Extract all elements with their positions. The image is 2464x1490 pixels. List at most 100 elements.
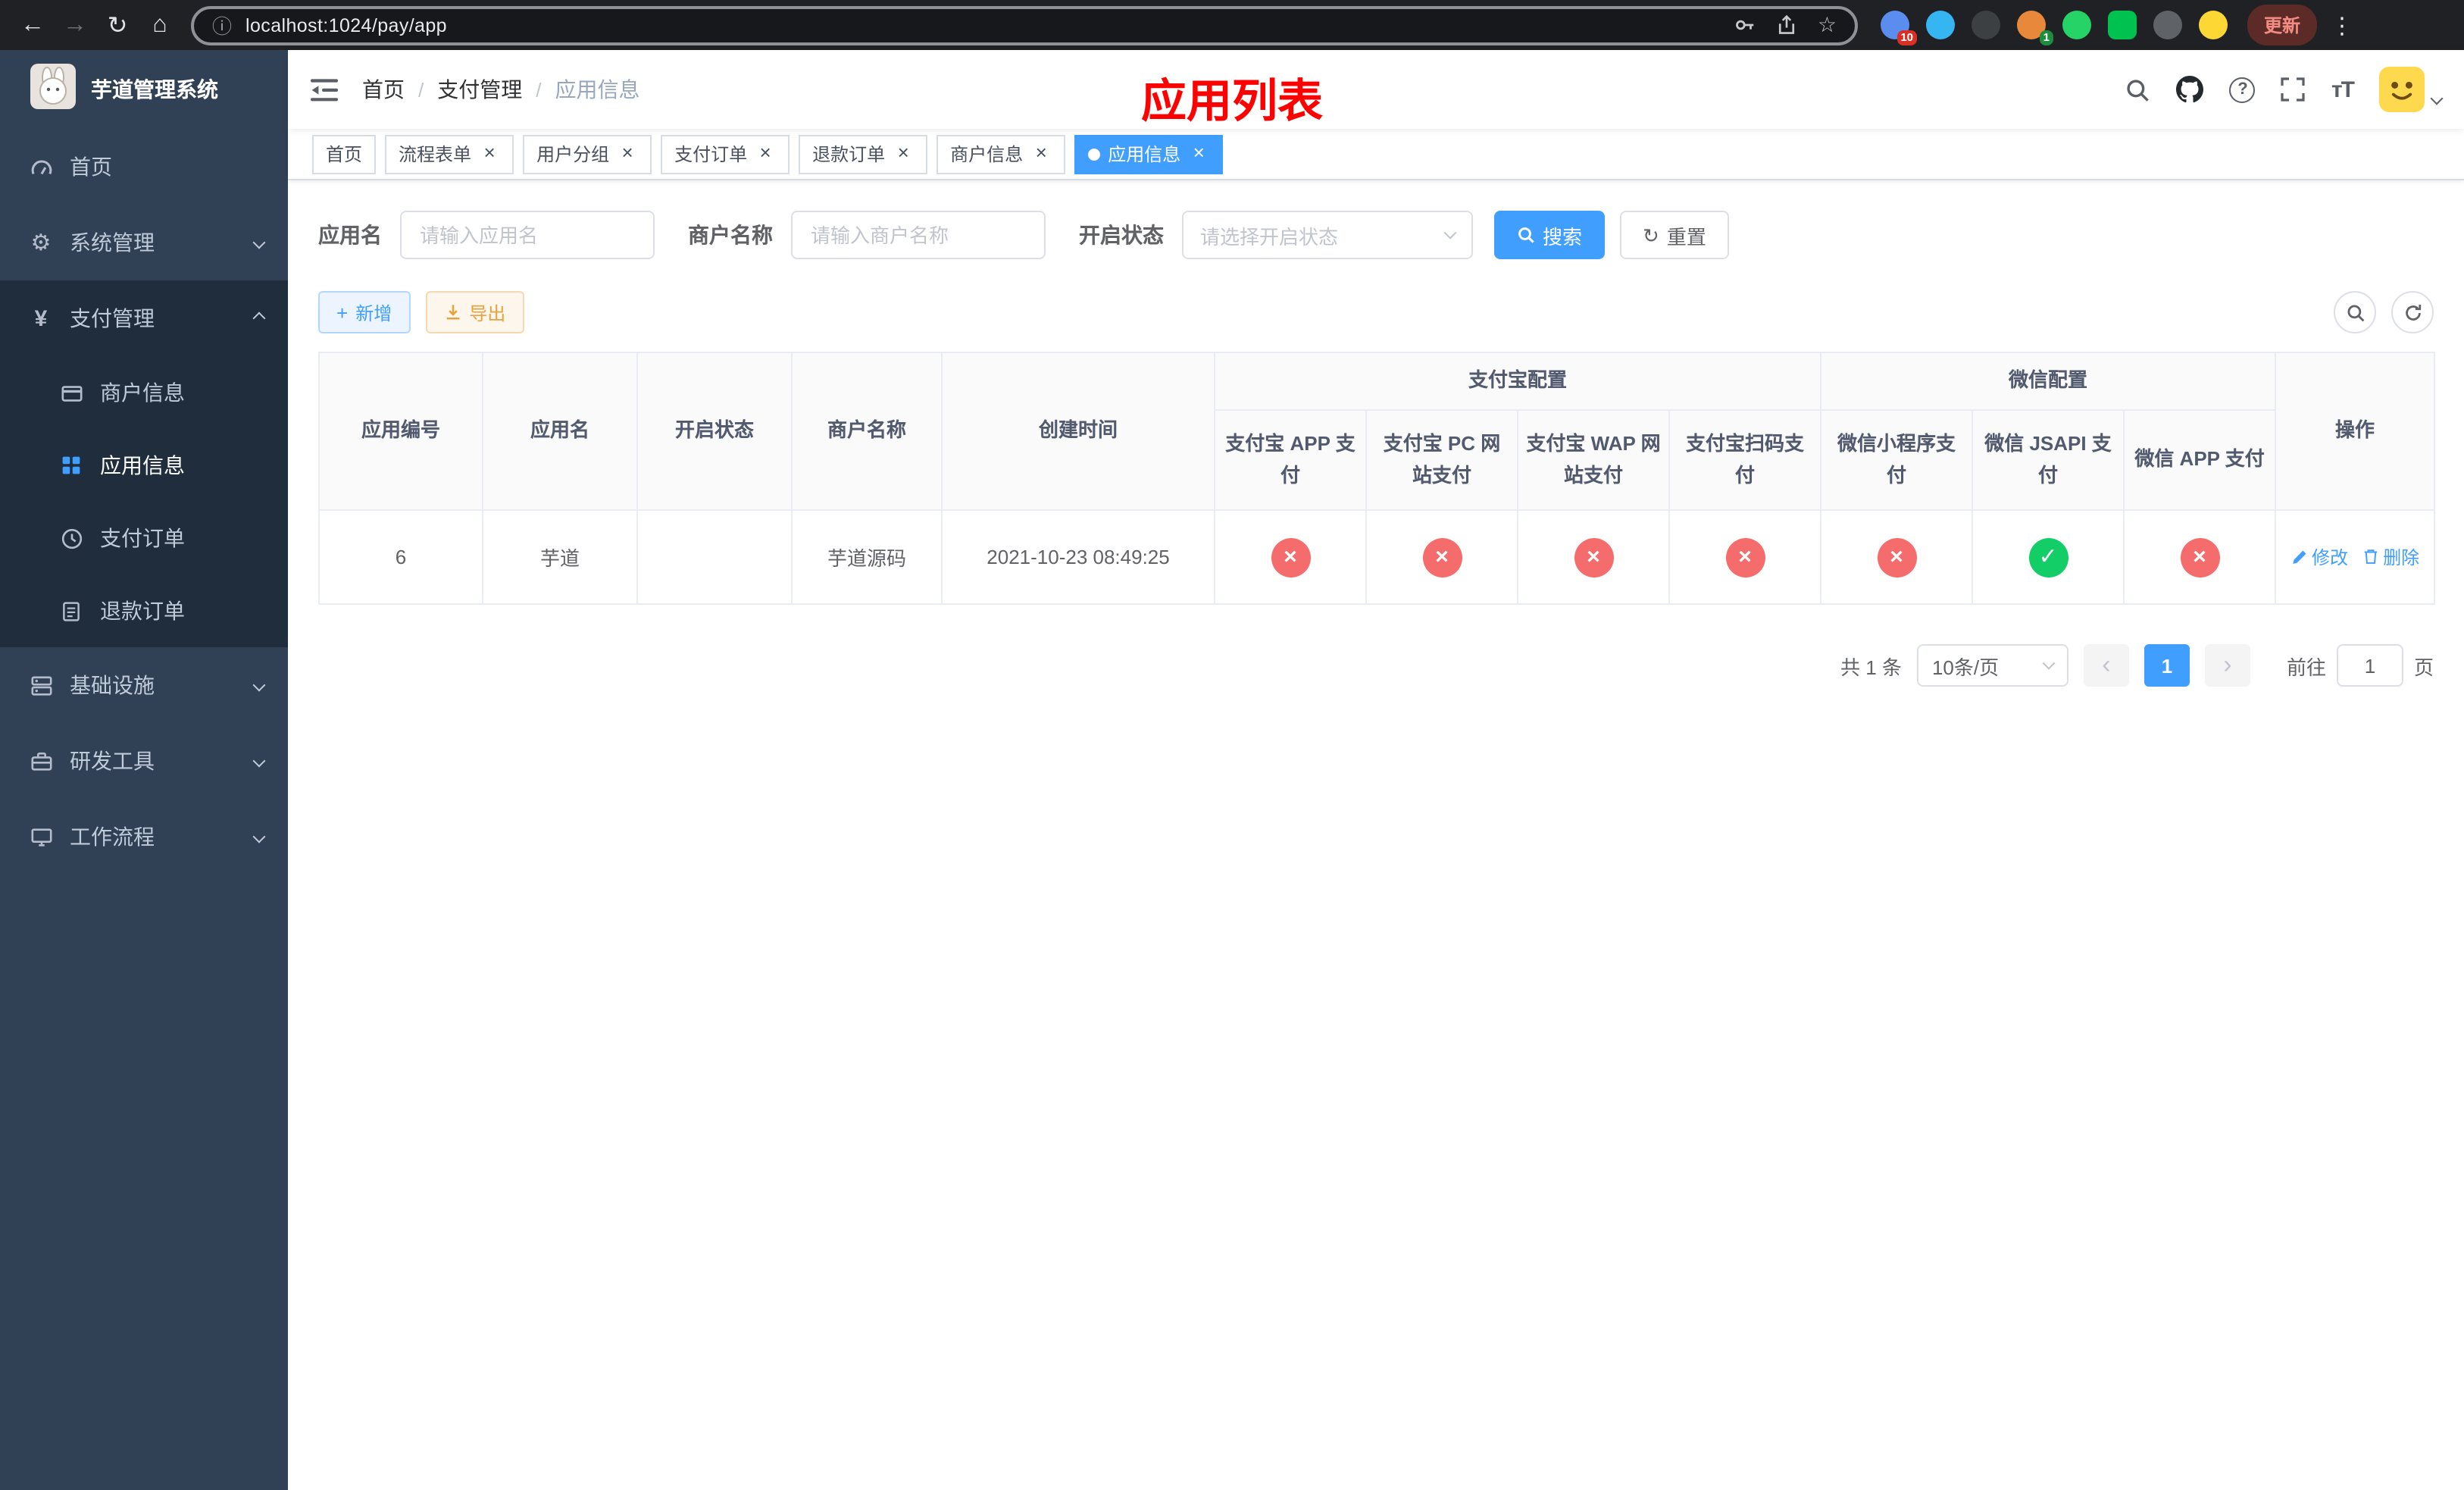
home-icon[interactable]: ⌂ bbox=[139, 5, 180, 45]
reload-icon[interactable]: ↻ bbox=[97, 5, 138, 45]
document-icon bbox=[58, 599, 85, 622]
extension-avatar-icon[interactable]: 1 bbox=[2017, 11, 2053, 45]
clock-icon bbox=[58, 527, 85, 549]
app-name-label: 应用名 bbox=[318, 223, 382, 247]
col-header-actions: 操作 bbox=[2275, 352, 2436, 511]
sidebar-item-infra[interactable]: 基础设施 bbox=[0, 647, 288, 723]
extension-green-square-icon[interactable] bbox=[2108, 11, 2137, 39]
help-icon[interactable]: ? bbox=[2229, 77, 2256, 102]
app-name-input[interactable] bbox=[400, 211, 655, 259]
status-select[interactable]: 请选择开启状态 bbox=[1182, 211, 1473, 259]
site-info-icon[interactable]: ⓘ bbox=[212, 11, 232, 39]
fullscreen-icon[interactable] bbox=[2281, 77, 2306, 102]
next-page-button[interactable]: › bbox=[2204, 644, 2250, 687]
share-icon[interactable] bbox=[1777, 14, 1798, 36]
close-icon[interactable]: × bbox=[893, 142, 914, 164]
extension-drop-icon[interactable] bbox=[1926, 11, 1955, 39]
app-table: 应用编号 应用名 开启状态 商户名称 创建时间 支付宝配置 微信配置 操作 支付… bbox=[318, 352, 2436, 605]
sidebar-item-app-info[interactable]: 应用信息 bbox=[0, 429, 288, 502]
add-button[interactable]: + 新增 bbox=[318, 291, 411, 333]
tab-home[interactable]: 首页 bbox=[312, 134, 377, 174]
sidebar-item-system[interactable]: ⚙ 系统管理 bbox=[0, 205, 288, 280]
active-dot bbox=[1088, 148, 1101, 160]
password-key-icon[interactable] bbox=[1734, 14, 1757, 36]
merchant-name-input[interactable] bbox=[791, 211, 1046, 259]
plus-icon: + bbox=[336, 301, 349, 324]
bookmark-star-icon[interactable]: ☆ bbox=[1818, 12, 1837, 38]
page-number-button[interactable]: 1 bbox=[2143, 644, 2190, 687]
extensions-row: 10 1 bbox=[1881, 11, 2228, 45]
sidebar-item-pay-order[interactable]: 支付订单 bbox=[0, 502, 288, 574]
close-icon[interactable]: × bbox=[479, 142, 500, 164]
tab-app-info[interactable]: 应用信息 × bbox=[1074, 134, 1224, 174]
payment-submenu: 商户信息 应用信息 支付订单 退款订单 bbox=[0, 356, 288, 647]
tab-user-group[interactable]: 用户分组 × bbox=[523, 134, 652, 174]
sidebar-item-payment[interactable]: ¥ 支付管理 bbox=[0, 280, 288, 356]
screen: ← → ↻ ⌂ ⓘ localhost:1024/pay/app ☆ 10 1 … bbox=[0, 0, 2464, 1490]
sidebar-item-dev-tools[interactable]: 研发工具 bbox=[0, 723, 288, 799]
breadcrumb-current: 应用信息 bbox=[555, 77, 640, 102]
sidebar-item-refund-order[interactable]: 退款订单 bbox=[0, 574, 288, 647]
breadcrumb-home[interactable]: 首页 bbox=[362, 74, 405, 105]
extension-puzzle2-icon[interactable] bbox=[2153, 11, 2182, 39]
app-header: 首页 / 支付管理 / 应用信息 应用列表 ? тT bbox=[288, 50, 2464, 129]
browser-toolbar: ← → ↻ ⌂ ⓘ localhost:1024/pay/app ☆ 10 1 … bbox=[0, 0, 2464, 50]
sidebar-item-home[interactable]: 首页 bbox=[0, 129, 288, 205]
sidebar-item-merchant-info[interactable]: 商户信息 bbox=[0, 356, 288, 429]
goto-page-input[interactable] bbox=[2336, 644, 2403, 687]
refresh-table-button[interactable] bbox=[2391, 291, 2434, 333]
add-button-label: 新增 bbox=[355, 302, 392, 324]
address-bar[interactable]: ⓘ localhost:1024/pay/app ☆ bbox=[191, 5, 1858, 45]
sidebar-item-label: 首页 bbox=[70, 155, 112, 179]
tab-process-form[interactable]: 流程表单 × bbox=[385, 134, 514, 174]
delete-link-label: 删除 bbox=[2383, 546, 2420, 568]
search-button[interactable]: 搜索 bbox=[1494, 211, 1606, 259]
tab-merchant-info[interactable]: 商户信息 × bbox=[937, 134, 1066, 174]
forward-icon[interactable]: → bbox=[55, 5, 95, 45]
github-icon[interactable] bbox=[2176, 76, 2204, 103]
cell-wechat-mini: × bbox=[1820, 509, 1974, 605]
extension-puzzle-icon[interactable]: 10 bbox=[1881, 11, 1917, 45]
col-header-alipay-app: 支付宝 APP 支付 bbox=[1214, 409, 1367, 511]
close-icon[interactable]: × bbox=[617, 142, 638, 164]
breadcrumb-separator: / bbox=[418, 78, 424, 101]
credit-card-icon bbox=[58, 381, 85, 404]
user-avatar[interactable] bbox=[2379, 67, 2444, 112]
cell-alipay-app: × bbox=[1214, 509, 1367, 605]
export-button[interactable]: 导出 bbox=[425, 291, 524, 333]
edit-link-label: 修改 bbox=[2312, 547, 2349, 569]
back-icon[interactable]: ← bbox=[12, 5, 53, 45]
col-header-alipay-wap: 支付宝 WAP 网站支付 bbox=[1517, 409, 1670, 511]
tab-pay-order[interactable]: 支付订单 × bbox=[661, 134, 790, 174]
cell-wechat-app: × bbox=[2123, 509, 2277, 605]
reset-button-label: 重置 bbox=[1666, 225, 1706, 248]
close-icon[interactable]: × bbox=[1030, 142, 1052, 164]
cell-alipay-wap: × bbox=[1517, 509, 1670, 605]
url-text: localhost:1024/pay/app bbox=[245, 14, 447, 36]
font-size-icon[interactable]: тT bbox=[2331, 77, 2355, 102]
page-size-select[interactable]: 10条/页 bbox=[1916, 644, 2068, 687]
close-icon[interactable]: × bbox=[755, 142, 776, 164]
delete-link[interactable]: 删除 bbox=[2362, 544, 2419, 570]
search-button-label: 搜索 bbox=[1543, 225, 1583, 248]
tab-refund-order[interactable]: 退款订单 × bbox=[799, 134, 928, 174]
edit-link[interactable]: 修改 bbox=[2290, 545, 2348, 571]
browser-menu-icon[interactable]: ⋮ bbox=[2331, 11, 2353, 39]
reset-button[interactable]: ↻ 重置 bbox=[1620, 211, 1729, 259]
sidebar-logo-row[interactable]: 芋道管理系统 bbox=[0, 50, 288, 129]
close-icon[interactable]: × bbox=[1188, 142, 1209, 164]
sidebar-item-workflow[interactable]: 工作流程 bbox=[0, 799, 288, 875]
extension-whatsapp-icon[interactable] bbox=[2062, 11, 2091, 39]
breadcrumb-section[interactable]: 支付管理 bbox=[437, 74, 522, 105]
toggle-search-button[interactable] bbox=[2334, 291, 2376, 333]
extension-emoji-icon[interactable] bbox=[2199, 11, 2228, 39]
chevron-down-icon bbox=[252, 678, 266, 692]
browser-update-button[interactable]: 更新 bbox=[2247, 5, 2318, 45]
cell-actions: 修改 删除 bbox=[2275, 509, 2436, 605]
col-header-alipay-pc: 支付宝 PC 网站支付 bbox=[1365, 409, 1518, 511]
sidebar-fold-icon[interactable] bbox=[311, 77, 338, 102]
tabs-bar: 首页 流程表单 × 用户分组 × 支付订单 × 退款订单 × 商户信息 × 应用信息 × bbox=[288, 129, 2464, 180]
search-icon[interactable] bbox=[2125, 77, 2151, 102]
prev-page-button[interactable]: ‹ bbox=[2083, 644, 2129, 687]
extension-dark-icon[interactable] bbox=[1972, 11, 2000, 39]
